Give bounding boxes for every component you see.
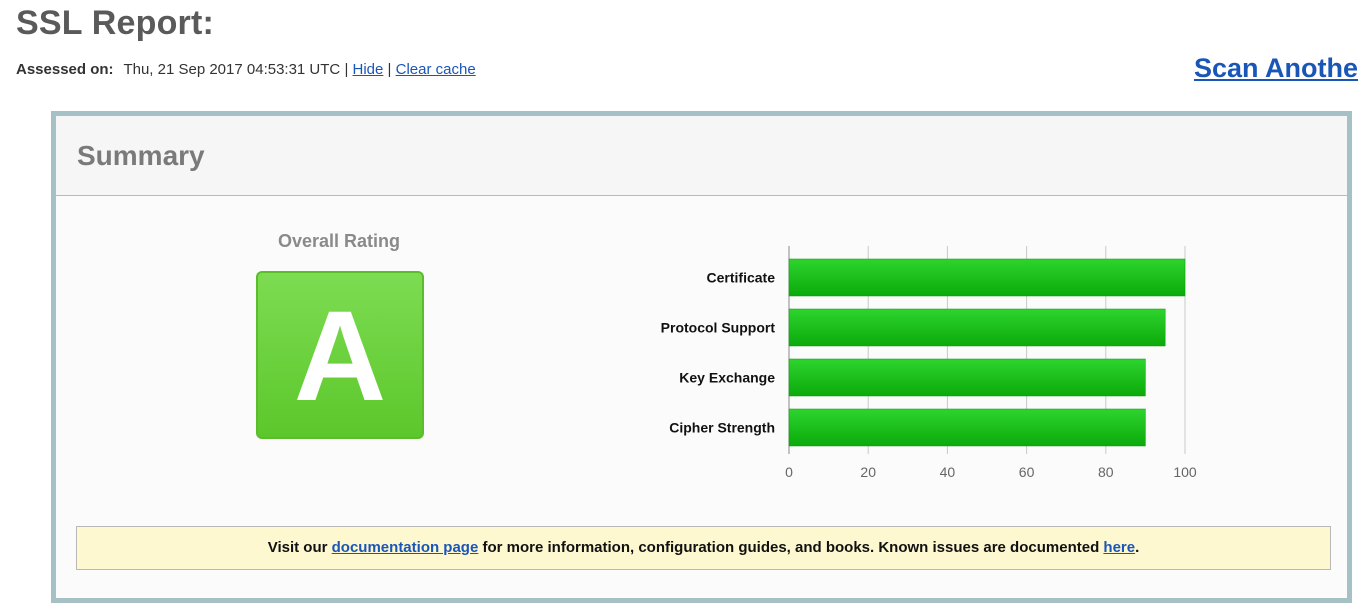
assessed-line: Assessed on: Thu, 21 Sep 2017 04:53:31 U… xyxy=(16,61,476,78)
grade-letter: A xyxy=(293,285,387,428)
page-title: SSL Report: xyxy=(16,4,215,42)
x-tick-label: 80 xyxy=(1098,464,1114,480)
bar-certificate xyxy=(788,258,1186,297)
hide-link[interactable]: Hide xyxy=(353,61,384,78)
summary-panel: Summary Overall Rating A 0 20 40 60 80 100 Cer… xyxy=(51,111,1352,603)
category-label: Cipher Strength xyxy=(669,420,775,436)
bar-cipher-strength xyxy=(788,408,1146,447)
summary-header: Summary xyxy=(56,116,1347,196)
notice-middle: for more information, configuration guid… xyxy=(482,539,1100,556)
separator: | xyxy=(344,61,349,78)
category-label: Key Exchange xyxy=(679,370,775,386)
x-tick-label: 40 xyxy=(940,464,956,480)
category-label: Protocol Support xyxy=(661,320,776,336)
summary-title: Summary xyxy=(77,140,205,171)
assessed-label: Assessed on: xyxy=(16,61,114,78)
x-tick-label: 20 xyxy=(860,464,876,480)
x-tick-label: 100 xyxy=(1173,464,1197,480)
separator: | xyxy=(387,61,392,78)
grade-badge: A xyxy=(256,271,424,439)
x-tick-label: 60 xyxy=(1019,464,1035,480)
scan-another-link[interactable]: Scan Anothe xyxy=(1194,53,1358,84)
documentation-page-link[interactable]: documentation page xyxy=(332,539,479,556)
notice-prefix: Visit our xyxy=(267,539,328,556)
assessed-timestamp: Thu, 21 Sep 2017 04:53:31 UTC xyxy=(123,61,341,78)
clear-cache-link[interactable]: Clear cache xyxy=(396,61,476,78)
category-label: Certificate xyxy=(707,270,776,286)
notice-suffix: . xyxy=(1135,539,1140,556)
bar-protocol-support xyxy=(788,308,1166,347)
rating-bar-chart: 0 20 40 60 80 100 Certificate Protocol Support K… xyxy=(661,246,1197,480)
overall-rating-label: Overall Rating xyxy=(277,231,401,251)
known-issues-here-link[interactable]: here xyxy=(1103,539,1135,556)
bar-key-exchange xyxy=(788,358,1146,397)
info-notice: Visit our documentation page for more in… xyxy=(76,526,1331,570)
x-tick-label: 0 xyxy=(785,464,793,480)
